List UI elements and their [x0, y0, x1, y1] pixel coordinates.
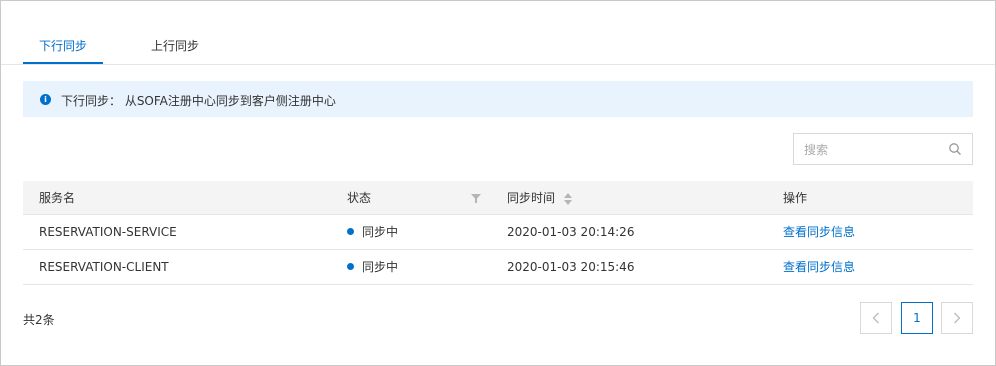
chevron-right-icon [954, 312, 961, 324]
sort-icon[interactable] [564, 193, 572, 205]
tab-downstream-sync[interactable]: 下行同步 [39, 37, 87, 54]
status-dot-icon [347, 263, 354, 270]
status-text: 同步中 [362, 225, 399, 239]
view-sync-info-link[interactable]: 查看同步信息 [783, 215, 855, 249]
next-page-button[interactable] [941, 302, 973, 334]
sync-time-cell: 2020-01-03 20:14:26 [507, 225, 635, 239]
status-text: 同步中 [362, 260, 399, 274]
column-header-actions: 操作 [783, 191, 808, 205]
info-icon: i [40, 94, 51, 105]
search-input[interactable] [804, 141, 934, 159]
info-notice: i 下行同步： 从SOFA注册中心同步到客户侧注册中心 [23, 81, 973, 117]
active-tab-indicator [23, 62, 103, 64]
prev-page-button[interactable] [860, 302, 892, 334]
sync-table: 服务名 状态 同步时间 操作 RESERVATION-SERVICE 同步中 2… [23, 181, 973, 285]
sync-time-cell: 2020-01-03 20:15:46 [507, 260, 635, 274]
total-count: 共2条 [23, 313, 55, 327]
status-cell: 同步中 [347, 250, 398, 284]
service-name-cell: RESERVATION-CLIENT [39, 260, 169, 274]
tab-upstream-sync[interactable]: 上行同步 [151, 37, 199, 54]
page-number-button[interactable]: 1 [901, 302, 933, 334]
service-name-cell: RESERVATION-SERVICE [39, 225, 177, 239]
search-icon[interactable] [948, 142, 962, 156]
column-header-status: 状态 [347, 191, 372, 205]
column-header-service-name: 服务名 [39, 191, 76, 205]
column-header-sync-time: 同步时间 [507, 191, 556, 205]
table-row: RESERVATION-SERVICE 同步中 2020-01-03 20:14… [23, 215, 973, 250]
notice-text: 下行同步： 从SOFA注册中心同步到客户侧注册中心 [61, 94, 336, 108]
status-dot-icon [347, 228, 354, 235]
chevron-left-icon [872, 312, 879, 324]
table-header: 服务名 状态 同步时间 操作 [23, 181, 973, 215]
table-row: RESERVATION-CLIENT 同步中 2020-01-03 20:15:… [23, 250, 973, 285]
view-sync-info-link[interactable]: 查看同步信息 [783, 250, 855, 284]
filter-icon[interactable] [471, 194, 481, 203]
status-cell: 同步中 [347, 215, 398, 249]
tab-bar: 下行同步 上行同步 [1, 1, 995, 65]
sync-panel: 下行同步 上行同步 i 下行同步： 从SOFA注册中心同步到客户侧注册中心 服务… [0, 0, 996, 366]
search-box [793, 133, 973, 165]
